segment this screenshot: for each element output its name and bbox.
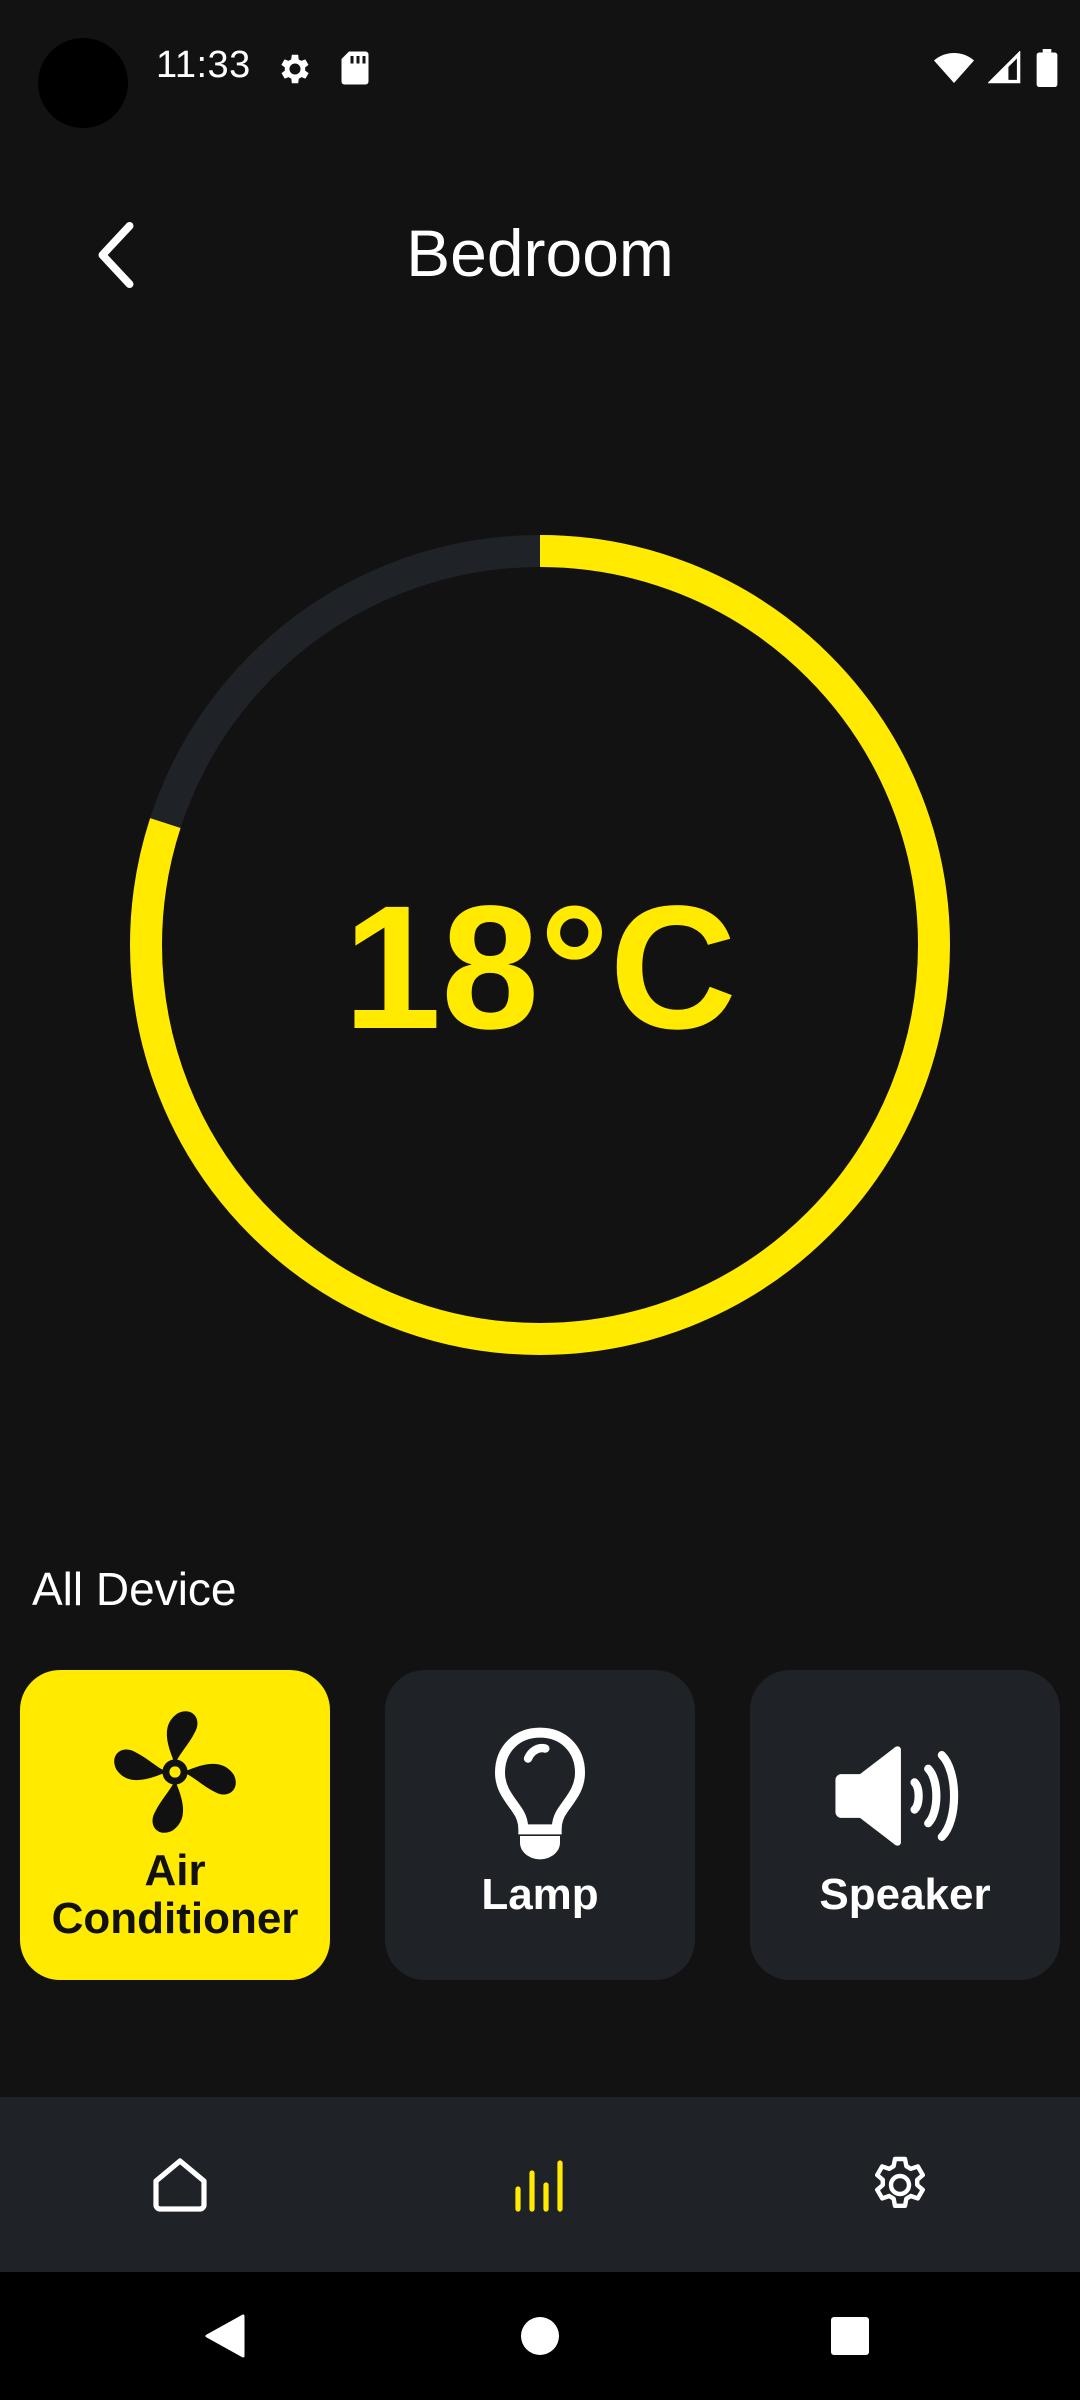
bar-chart-icon — [515, 2159, 563, 2212]
wifi-icon — [934, 53, 974, 83]
status-bar: 11:33 — [0, 0, 1080, 135]
signal-icon — [988, 51, 1021, 84]
device-card-speaker[interactable]: Speaker — [750, 1670, 1060, 1980]
bottom-nav — [0, 2097, 1080, 2272]
nav-home[interactable] — [120, 2125, 240, 2245]
temperature-readout: 18°C — [343, 870, 737, 1066]
home-icon — [153, 2157, 207, 2212]
device-label-speaker: Speaker — [819, 1869, 991, 1919]
settings-icon — [875, 2156, 925, 2208]
nav-settings[interactable] — [840, 2125, 960, 2245]
system-home-button[interactable] — [480, 2272, 600, 2400]
fan-icon — [100, 1707, 250, 1837]
system-recents-button[interactable] — [790, 2272, 910, 2400]
camera-cutout — [38, 38, 128, 128]
temperature-dial[interactable]: 18°C — [130, 535, 950, 1355]
device-card-air-conditioner[interactable]: Air Conditioner — [20, 1670, 330, 1980]
lightbulb-icon — [465, 1727, 615, 1861]
back-triangle-icon — [205, 2314, 245, 2358]
gear-icon — [281, 54, 309, 84]
speaker-icon — [830, 1731, 980, 1861]
recents-square-icon — [831, 2317, 869, 2355]
status-right-icons — [934, 48, 1058, 88]
system-nav-bar — [0, 2272, 1080, 2400]
device-card-lamp[interactable]: Lamp — [385, 1670, 695, 1980]
device-label-lamp: Lamp — [481, 1869, 599, 1919]
system-back-button[interactable] — [165, 2272, 285, 2400]
device-label-air-conditioner: Air Conditioner — [51, 1845, 299, 1943]
home-circle-icon — [521, 2317, 559, 2355]
status-time: 11:33 — [156, 44, 251, 86]
page-title: Bedroom — [406, 216, 674, 290]
sd-card-icon — [341, 51, 369, 85]
section-title-all-device: All Device — [32, 1563, 237, 1615]
battery-icon — [1036, 49, 1058, 87]
device-list: Air Conditioner Lamp Speaker — [20, 1670, 1060, 1980]
nav-stats[interactable] — [480, 2125, 600, 2245]
